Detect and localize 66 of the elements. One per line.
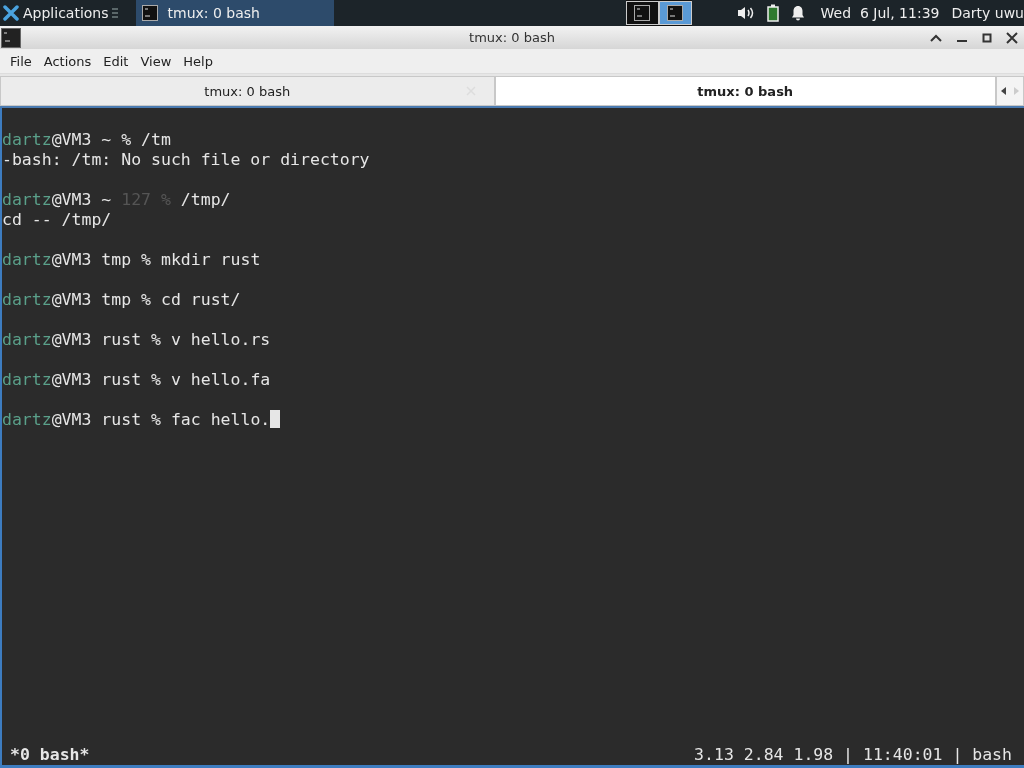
menu-item[interactable]: Help	[177, 53, 219, 69]
taskbar-task[interactable]: tmux: 0 bash	[135, 0, 334, 26]
prompt-directory: ~	[101, 190, 112, 209]
shade-icon[interactable]	[930, 32, 942, 43]
prompt-symbol: %	[160, 190, 171, 209]
prompt-host: @VM3	[51, 130, 92, 149]
command-text: fac hello.	[170, 410, 271, 429]
prompt-host: @VM3	[51, 370, 92, 389]
command-text: mkdir rust	[161, 250, 261, 269]
close-icon[interactable]	[1006, 31, 1018, 44]
user-name[interactable]: Darty uwu	[951, 5, 1024, 21]
prompt-directory: tmp	[101, 250, 132, 269]
menu-item[interactable]: Actions	[37, 53, 98, 69]
command-text: v hello.fa	[170, 370, 271, 389]
prompt-host: @VM3	[51, 250, 92, 269]
bell-icon[interactable]	[790, 5, 805, 21]
prompt-directory: ~	[101, 130, 112, 149]
prompt-symbol: %	[121, 130, 132, 149]
prompt-user: dartz	[2, 250, 52, 269]
prompt-symbol: %	[151, 410, 161, 429]
x-logo-icon	[3, 5, 19, 21]
prompt-user: dartz	[2, 370, 52, 389]
prompt-symbol: %	[151, 330, 161, 349]
volume-icon[interactable]	[736, 5, 755, 21]
output-text: cd -- /tmp/	[2, 210, 112, 229]
workspace-button[interactable]	[658, 1, 692, 25]
terminal-icon	[141, 5, 158, 21]
command-text: /tm	[141, 130, 171, 149]
tab-scroll-buttons[interactable]	[996, 76, 1024, 106]
terminal-icon	[634, 5, 651, 21]
output-text: -bash: /tm: No such file or directory	[2, 150, 370, 169]
prompt-user: dartz	[2, 130, 52, 149]
prompt-host: @VM3	[51, 290, 92, 309]
window-title: tmux: 0 bash	[469, 30, 555, 45]
menu-item[interactable]: File	[4, 53, 38, 69]
prompt-directory: rust	[101, 330, 142, 349]
workspace-button[interactable]	[625, 1, 659, 25]
tab[interactable]: tmux: 0 bash	[494, 76, 996, 106]
prompt-host: @VM3	[51, 410, 92, 429]
command-text: v hello.rs	[170, 330, 271, 349]
left-arrow-icon[interactable]	[1001, 87, 1007, 95]
menu-item[interactable]: View	[134, 53, 178, 69]
prompt-user: dartz	[2, 290, 52, 309]
handle-icon	[111, 7, 118, 19]
tab[interactable]: tmux: 0 bash	[0, 76, 495, 106]
tmux-window[interactable]: *0 bash*	[10, 744, 90, 764]
prompt-user: dartz	[2, 410, 52, 429]
tmux-status-info: 3.13 2.84 1.98 | 11:40:01 | bash	[694, 744, 1012, 764]
command-text: cd rust/	[161, 290, 241, 309]
prompt-symbol: %	[141, 250, 152, 269]
prompt-directory: rust	[101, 410, 142, 429]
prompt-user: dartz	[2, 330, 52, 349]
prompt-symbol: %	[141, 290, 152, 309]
prompt-user: dartz	[2, 190, 52, 209]
maximize-icon[interactable]	[982, 32, 992, 43]
prompt-symbol: %	[151, 370, 161, 389]
clock[interactable]: Wed 6 Jul, 11:39	[820, 5, 940, 21]
menu-item[interactable]: Edit	[97, 53, 135, 69]
prompt-host: @VM3	[51, 330, 92, 349]
applications-menu[interactable]: Applications	[0, 0, 112, 26]
prompt-directory: tmp	[101, 290, 132, 309]
battery-icon[interactable]	[766, 4, 779, 22]
prompt-directory: rust	[101, 370, 142, 389]
prompt-host: @VM3	[51, 190, 92, 209]
command-text: /tmp/	[180, 190, 231, 209]
terminal-icon	[667, 5, 684, 21]
